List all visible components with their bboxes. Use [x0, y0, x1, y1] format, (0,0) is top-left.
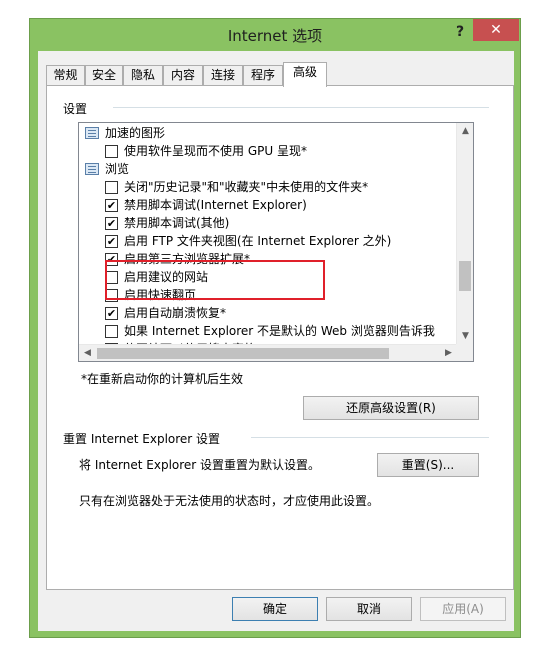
checkbox-checked[interactable]: ✔	[105, 307, 118, 320]
horizontal-scrollbar[interactable]: ◀ ▶	[79, 344, 457, 361]
cancel-button[interactable]: 取消	[326, 597, 412, 621]
scroll-right-arrow-icon[interactable]: ▶	[440, 345, 457, 361]
apply-button[interactable]: 应用(A)	[420, 597, 506, 621]
settings-heading: 设置	[63, 102, 88, 116]
tab-programs[interactable]: 程序	[243, 65, 283, 86]
vertical-scroll-thumb[interactable]	[459, 261, 471, 291]
tab-privacy[interactable]: 隐私	[123, 65, 163, 86]
checkbox-checked[interactable]: ✔	[105, 235, 118, 248]
horizontal-scroll-thumb[interactable]	[97, 348, 389, 359]
ok-button[interactable]: 确定	[232, 597, 318, 621]
help-button[interactable]: ?	[449, 21, 471, 43]
reset-divider	[251, 437, 489, 438]
tab-content[interactable]: 内容	[163, 65, 203, 86]
vertical-scrollbar[interactable]: ▲ ▼	[456, 123, 473, 345]
option-label: 启用自动崩溃恢复*	[124, 306, 227, 320]
option-label: 启用建议的网站	[124, 270, 209, 284]
checkbox-checked[interactable]: ✔	[105, 199, 118, 212]
settings-list[interactable]: 加速的图形 使用软件呈现而不使用 GPU 呈现* 浏览 关闭"历史记录"和"收藏…	[78, 122, 474, 362]
tab-connections[interactable]: 连接	[203, 65, 243, 86]
category-label: 浏览	[105, 162, 130, 176]
option-label: 使用软件呈现而不使用 GPU 呈现*	[124, 144, 307, 158]
option-label: 如果 Internet Explorer 不是默认的 Web 浏览器则告诉我	[124, 324, 435, 338]
reset-button[interactable]: 重置(S)...	[377, 453, 479, 477]
scroll-down-arrow-icon[interactable]: ▼	[457, 328, 473, 345]
scrollbar-corner	[456, 344, 473, 361]
tab-security[interactable]: 安全	[85, 65, 123, 86]
checkbox-unchecked[interactable]	[105, 181, 118, 194]
option-label: 启用第三方浏览器扩展*	[124, 252, 251, 266]
restore-advanced-settings-button[interactable]: 还原高级设置(R)	[303, 396, 479, 420]
reset-heading: 重置 Internet Explorer 设置	[63, 432, 221, 446]
advanced-tab-page: 设置 加速的图形 使用软件呈现而不使用 GPU 呈现* 浏览 关闭"历史记录"和…	[46, 85, 514, 590]
checkbox-unchecked[interactable]	[105, 325, 118, 338]
scroll-left-arrow-icon[interactable]: ◀	[79, 345, 96, 361]
category-icon	[85, 163, 99, 175]
option-label: 启用快速翻页	[124, 288, 197, 302]
scroll-up-arrow-icon[interactable]: ▲	[457, 123, 473, 140]
option-label: 禁用脚本调试(其他)	[124, 216, 230, 230]
checkbox-unchecked[interactable]	[105, 289, 118, 302]
restart-note: *在重新启动你的计算机后生效	[81, 372, 244, 386]
reset-description: 将 Internet Explorer 设置重置为默认设置。	[79, 458, 321, 472]
tab-general[interactable]: 常规	[46, 65, 85, 86]
checkbox-checked[interactable]: ✔	[105, 217, 118, 230]
checkbox-checked[interactable]: ✔	[105, 253, 118, 266]
settings-divider	[113, 107, 489, 108]
reset-note: 只有在浏览器处于无法使用的状态时，才应使用此设置。	[79, 494, 380, 508]
internet-options-dialog: Internet 选项 ? ✕ 常规 安全 隐私 内容 连接 程序 高级 设置 …	[29, 18, 521, 638]
option-label: 启用 FTP 文件夹视图(在 Internet Explorer 之外)	[124, 234, 392, 248]
dialog-client-area: 常规 安全 隐私 内容 连接 程序 高级 设置 加速的图形 使用软件呈现而不使用…	[38, 51, 514, 631]
close-button[interactable]: ✕	[473, 19, 519, 41]
option-label: 关闭"历史记录"和"收藏夹"中未使用的文件夹*	[124, 180, 369, 194]
window-title: Internet 选项	[227, 27, 323, 45]
option-label: 禁用脚本调试(Internet Explorer)	[124, 198, 307, 212]
checkbox-unchecked[interactable]	[105, 145, 118, 158]
checkbox-unchecked[interactable]	[105, 271, 118, 284]
tab-advanced[interactable]: 高级	[283, 62, 327, 87]
category-icon	[85, 127, 99, 139]
category-label: 加速的图形	[105, 126, 166, 140]
